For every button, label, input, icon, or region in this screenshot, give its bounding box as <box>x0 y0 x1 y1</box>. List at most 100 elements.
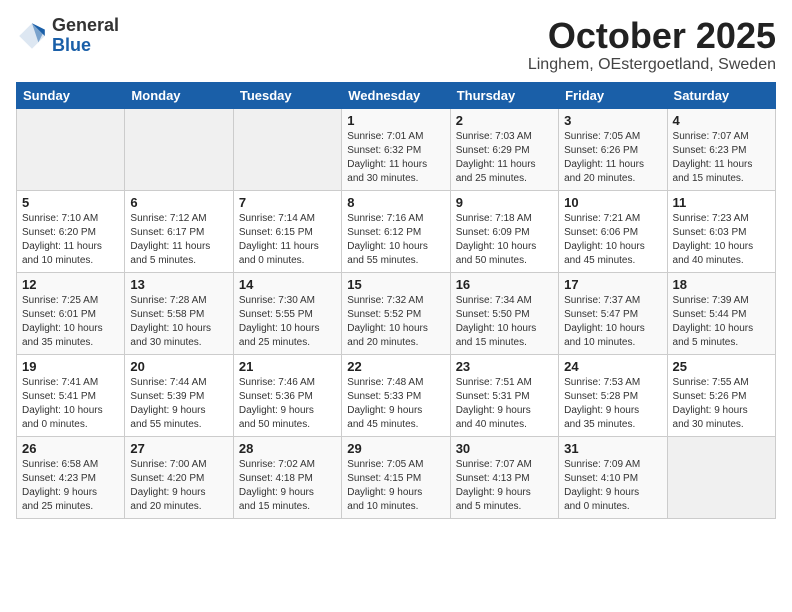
day-number: 8 <box>347 195 444 210</box>
calendar-cell: 15Sunrise: 7:32 AM Sunset: 5:52 PM Dayli… <box>342 272 450 354</box>
day-info: Sunrise: 7:28 AM Sunset: 5:58 PM Dayligh… <box>130 294 227 350</box>
calendar-cell: 24 Sunrise: 7:53 AM Sunset: 5:28 PM Dayli… <box>559 354 667 436</box>
day-info: Sunrise: 7:55 AM Sunset: 5:26 PM Dayligh… <box>673 376 770 432</box>
calendar-cell: 7 Sunrise: 7:14 AM Sunset: 6:15 PM Daylig… <box>233 190 341 272</box>
calendar-cell <box>233 108 341 190</box>
calendar-cell: 1Sunrise: 7:01 AM Sunset: 6:32 PM Daylig… <box>342 108 450 190</box>
logo-general-text: General <box>52 16 119 36</box>
calendar-cell: 29 Sunrise: 7:05 AM Sunset: 4:15 PM Dayli… <box>342 436 450 518</box>
day-info: Sunrise: 7:30 AM Sunset: 5:55 PM Dayligh… <box>239 294 336 350</box>
page-header: General Blue October 2025 Linghem, OEste… <box>16 16 776 74</box>
day-info: Sunrise: 7:18 AM Sunset: 6:09 PM Dayligh… <box>456 212 553 268</box>
day-info: Sunrise: 7:51 AM Sunset: 5:31 PM Dayligh… <box>456 376 553 432</box>
day-number: 20 <box>130 359 227 374</box>
day-info: Sunrise: 7:05 AM Sunset: 6:26 PM Dayligh… <box>564 130 661 186</box>
day-number: 7 <box>239 195 336 210</box>
day-info: Sunrise: 7:44 AM Sunset: 5:39 PM Dayligh… <box>130 376 227 432</box>
weekday-header-monday: Monday <box>125 82 233 108</box>
day-number: 9 <box>456 195 553 210</box>
day-info: Sunrise: 6:58 AM Sunset: 4:23 PM Dayligh… <box>22 458 119 514</box>
calendar-cell: 23 Sunrise: 7:51 AM Sunset: 5:31 PM Dayli… <box>450 354 558 436</box>
day-number: 16 <box>456 277 553 292</box>
day-info: Sunrise: 7:05 AM Sunset: 4:15 PM Dayligh… <box>347 458 444 514</box>
day-number: 17 <box>564 277 661 292</box>
day-info: Sunrise: 7:23 AM Sunset: 6:03 PM Dayligh… <box>673 212 770 268</box>
day-info: Sunrise: 7:12 AM Sunset: 6:17 PM Dayligh… <box>130 212 227 268</box>
day-number: 25 <box>673 359 770 374</box>
day-info: Sunrise: 7:07 AM Sunset: 4:13 PM Dayligh… <box>456 458 553 514</box>
day-number: 22 <box>347 359 444 374</box>
calendar-cell: 4Sunrise: 7:07 AM Sunset: 6:23 PM Daylig… <box>667 108 775 190</box>
calendar-cell: 28 Sunrise: 7:02 AM Sunset: 4:18 PM Dayli… <box>233 436 341 518</box>
day-number: 24 <box>564 359 661 374</box>
day-info: Sunrise: 7:09 AM Sunset: 4:10 PM Dayligh… <box>564 458 661 514</box>
day-number: 18 <box>673 277 770 292</box>
day-number: 31 <box>564 441 661 456</box>
day-number: 26 <box>22 441 119 456</box>
day-number: 3 <box>564 113 661 128</box>
calendar-cell <box>125 108 233 190</box>
day-info: Sunrise: 7:14 AM Sunset: 6:15 PM Dayligh… <box>239 212 336 268</box>
day-info: Sunrise: 7:00 AM Sunset: 4:20 PM Dayligh… <box>130 458 227 514</box>
day-info: Sunrise: 7:53 AM Sunset: 5:28 PM Dayligh… <box>564 376 661 432</box>
day-info: Sunrise: 7:39 AM Sunset: 5:44 PM Dayligh… <box>673 294 770 350</box>
day-info: Sunrise: 7:37 AM Sunset: 5:47 PM Dayligh… <box>564 294 661 350</box>
title-block: October 2025 Linghem, OEstergoetland, Sw… <box>528 16 776 74</box>
calendar-cell: 26 Sunrise: 6:58 AM Sunset: 4:23 PM Dayli… <box>17 436 125 518</box>
calendar-cell: 27 Sunrise: 7:00 AM Sunset: 4:20 PM Dayli… <box>125 436 233 518</box>
calendar-cell: 22 Sunrise: 7:48 AM Sunset: 5:33 PM Dayli… <box>342 354 450 436</box>
calendar-week-5: 26 Sunrise: 6:58 AM Sunset: 4:23 PM Dayli… <box>17 436 776 518</box>
day-number: 30 <box>456 441 553 456</box>
calendar-cell: 14 Sunrise: 7:30 AM Sunset: 5:55 PM Dayli… <box>233 272 341 354</box>
logo-icon <box>16 20 48 52</box>
day-info: Sunrise: 7:32 AM Sunset: 5:52 PM Dayligh… <box>347 294 444 350</box>
weekday-header-saturday: Saturday <box>667 82 775 108</box>
logo-text: General Blue <box>52 16 119 56</box>
day-info: Sunrise: 7:46 AM Sunset: 5:36 PM Dayligh… <box>239 376 336 432</box>
calendar-cell: 17 Sunrise: 7:37 AM Sunset: 5:47 PM Dayli… <box>559 272 667 354</box>
day-number: 13 <box>130 277 227 292</box>
calendar-cell <box>17 108 125 190</box>
day-number: 12 <box>22 277 119 292</box>
day-number: 19 <box>22 359 119 374</box>
calendar-cell <box>667 436 775 518</box>
calendar-cell: 31 Sunrise: 7:09 AM Sunset: 4:10 PM Dayli… <box>559 436 667 518</box>
calendar-cell: 9 Sunrise: 7:18 AM Sunset: 6:09 PM Daylig… <box>450 190 558 272</box>
day-number: 27 <box>130 441 227 456</box>
day-number: 28 <box>239 441 336 456</box>
calendar-cell: 21 Sunrise: 7:46 AM Sunset: 5:36 PM Dayli… <box>233 354 341 436</box>
calendar-cell: 20 Sunrise: 7:44 AM Sunset: 5:39 PM Dayli… <box>125 354 233 436</box>
calendar-cell: 11 Sunrise: 7:23 AM Sunset: 6:03 PM Dayli… <box>667 190 775 272</box>
day-number: 29 <box>347 441 444 456</box>
day-number: 6 <box>130 195 227 210</box>
day-info: Sunrise: 7:01 AM Sunset: 6:32 PM Dayligh… <box>347 130 444 186</box>
weekday-header-tuesday: Tuesday <box>233 82 341 108</box>
calendar-cell: 10Sunrise: 7:21 AM Sunset: 6:06 PM Dayli… <box>559 190 667 272</box>
calendar-cell: 3 Sunrise: 7:05 AM Sunset: 6:26 PM Daylig… <box>559 108 667 190</box>
day-info: Sunrise: 7:34 AM Sunset: 5:50 PM Dayligh… <box>456 294 553 350</box>
weekday-header-sunday: Sunday <box>17 82 125 108</box>
calendar-cell: 5 Sunrise: 7:10 AM Sunset: 6:20 PM Daylig… <box>17 190 125 272</box>
weekday-header-wednesday: Wednesday <box>342 82 450 108</box>
calendar-cell: 2Sunrise: 7:03 AM Sunset: 6:29 PM Daylig… <box>450 108 558 190</box>
day-number: 10 <box>564 195 661 210</box>
day-info: Sunrise: 7:02 AM Sunset: 4:18 PM Dayligh… <box>239 458 336 514</box>
weekday-header-thursday: Thursday <box>450 82 558 108</box>
day-number: 23 <box>456 359 553 374</box>
day-number: 4 <box>673 113 770 128</box>
day-info: Sunrise: 7:41 AM Sunset: 5:41 PM Dayligh… <box>22 376 119 432</box>
calendar-cell: 19 Sunrise: 7:41 AM Sunset: 5:41 PM Dayli… <box>17 354 125 436</box>
calendar-cell: 18 Sunrise: 7:39 AM Sunset: 5:44 PM Dayli… <box>667 272 775 354</box>
month-title: October 2025 <box>528 16 776 56</box>
calendar-cell: 16 Sunrise: 7:34 AM Sunset: 5:50 PM Dayli… <box>450 272 558 354</box>
calendar-table: SundayMondayTuesdayWednesdayThursdayFrid… <box>16 82 776 519</box>
day-number: 5 <box>22 195 119 210</box>
calendar-cell: 6 Sunrise: 7:12 AM Sunset: 6:17 PM Daylig… <box>125 190 233 272</box>
day-info: Sunrise: 7:25 AM Sunset: 6:01 PM Dayligh… <box>22 294 119 350</box>
day-info: Sunrise: 7:10 AM Sunset: 6:20 PM Dayligh… <box>22 212 119 268</box>
day-number: 11 <box>673 195 770 210</box>
day-number: 21 <box>239 359 336 374</box>
calendar-cell: 12 Sunrise: 7:25 AM Sunset: 6:01 PM Dayli… <box>17 272 125 354</box>
day-number: 14 <box>239 277 336 292</box>
day-info: Sunrise: 7:48 AM Sunset: 5:33 PM Dayligh… <box>347 376 444 432</box>
